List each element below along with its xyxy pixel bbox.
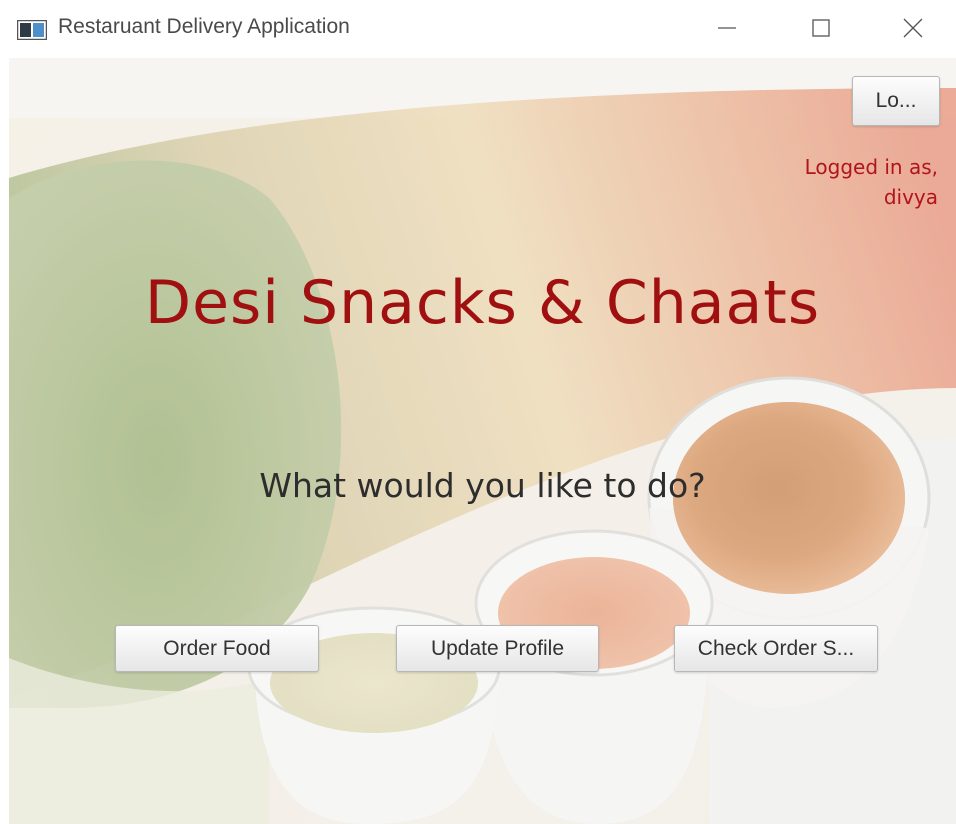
minimize-icon bbox=[717, 18, 737, 42]
maximize-button[interactable] bbox=[798, 12, 844, 48]
maximize-icon bbox=[811, 18, 831, 42]
app-window: Restaruant Delivery Application Lo... Lo… bbox=[0, 0, 956, 824]
logout-button[interactable]: Lo... bbox=[852, 76, 940, 126]
logged-in-username: divya bbox=[883, 185, 938, 209]
check-order-status-button[interactable]: Check Order S... bbox=[674, 625, 878, 672]
main-content: Lo... Logged in as, divya Desi Snacks & … bbox=[9, 58, 956, 824]
logged-in-label: Logged in as, bbox=[804, 155, 938, 179]
close-icon bbox=[902, 17, 924, 43]
action-prompt: What would you like to do? bbox=[259, 466, 706, 505]
close-button[interactable] bbox=[890, 12, 936, 48]
update-profile-button[interactable]: Update Profile bbox=[396, 625, 599, 672]
restaurant-title: Desi Snacks & Chaats bbox=[144, 268, 821, 338]
title-bar[interactable]: Restaruant Delivery Application bbox=[0, 0, 956, 58]
order-food-button[interactable]: Order Food bbox=[115, 625, 319, 672]
app-window-icon bbox=[16, 19, 48, 41]
logged-in-status: Logged in as, divya bbox=[805, 152, 938, 212]
minimize-button[interactable] bbox=[704, 12, 750, 48]
window-title: Restaruant Delivery Application bbox=[58, 15, 350, 38]
